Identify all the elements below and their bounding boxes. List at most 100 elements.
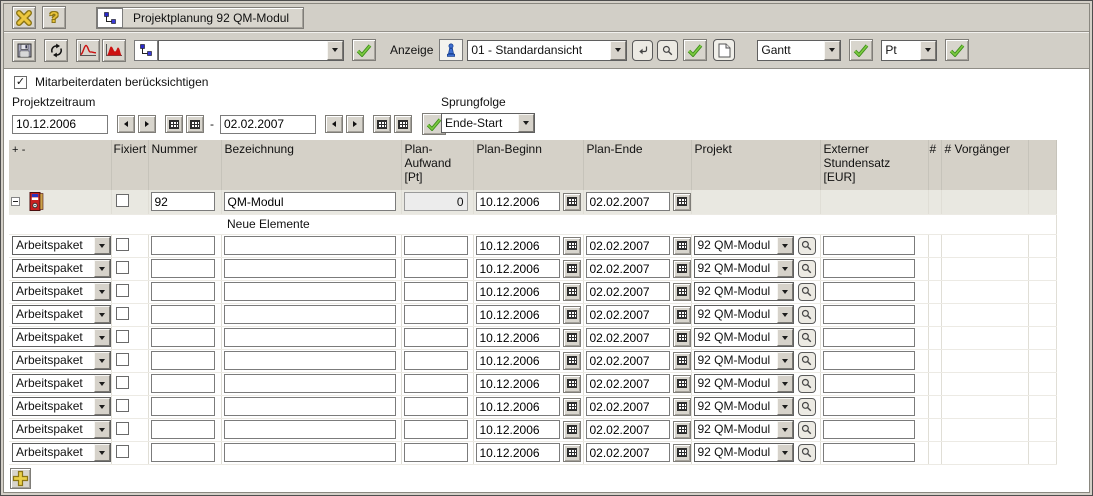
dropdown-arrow-icon[interactable] xyxy=(824,41,840,60)
dropdown-arrow-icon[interactable] xyxy=(94,352,110,369)
plan-aufwand-input[interactable] xyxy=(404,397,468,416)
plan-aufwand-input[interactable] xyxy=(404,259,468,278)
fixiert-checkbox[interactable] xyxy=(116,445,129,458)
calendar-button[interactable] xyxy=(673,352,691,370)
dropdown-arrow-icon[interactable] xyxy=(94,306,110,323)
stundensatz-input[interactable] xyxy=(823,282,915,301)
plan-ende-input[interactable] xyxy=(586,192,670,211)
nummer-input[interactable] xyxy=(151,305,215,324)
stundensatz-input[interactable] xyxy=(823,236,915,255)
bezeichnung-input[interactable] xyxy=(224,282,396,301)
view-select[interactable]: 01 - Standardansicht xyxy=(467,40,627,61)
plan-aufwand-input[interactable] xyxy=(404,351,468,370)
nummer-input[interactable] xyxy=(151,259,215,278)
add-row-button[interactable] xyxy=(10,468,31,489)
calendar-button[interactable] xyxy=(563,398,581,416)
dropdown-arrow-icon[interactable] xyxy=(777,306,793,323)
plan-ende-input[interactable] xyxy=(586,397,670,416)
calendar-button[interactable] xyxy=(563,193,581,211)
bezeichnung-input[interactable] xyxy=(224,259,396,278)
start-date-input[interactable] xyxy=(12,115,108,134)
bezeichnung-input[interactable] xyxy=(224,351,396,370)
open-view-button[interactable] xyxy=(632,40,653,61)
stundensatz-input[interactable] xyxy=(823,259,915,278)
line-chart-button[interactable] xyxy=(76,39,100,62)
plan-beginn-input[interactable] xyxy=(476,305,560,324)
element-type-select[interactable]: Arbeitspaket xyxy=(12,305,111,324)
plan-aufwand-input[interactable] xyxy=(404,443,468,462)
element-type-select[interactable]: Arbeitspaket xyxy=(12,282,111,301)
plan-beginn-input[interactable] xyxy=(476,374,560,393)
display-mode-select[interactable]: Gantt xyxy=(757,40,841,61)
fixiert-checkbox[interactable] xyxy=(116,330,129,343)
projekt-select[interactable]: 92 QM-Modul xyxy=(694,397,794,416)
calendar-button[interactable] xyxy=(563,283,581,301)
end-prev-button[interactable] xyxy=(325,115,343,133)
nummer-input[interactable] xyxy=(151,351,215,370)
plan-ende-input[interactable] xyxy=(586,236,670,255)
help-button[interactable]: ? xyxy=(42,6,66,29)
dropdown-arrow-icon[interactable] xyxy=(327,41,343,60)
expand-all-control[interactable]: + xyxy=(12,144,18,156)
bezeichnung-input[interactable] xyxy=(224,420,396,439)
dropdown-arrow-icon[interactable] xyxy=(777,260,793,277)
plan-aufwand-input[interactable] xyxy=(404,374,468,393)
fixiert-checkbox[interactable] xyxy=(116,376,129,389)
plan-ende-input[interactable] xyxy=(586,259,670,278)
bezeichnung-input[interactable] xyxy=(224,305,396,324)
nummer-input[interactable] xyxy=(151,236,215,255)
refresh-button[interactable] xyxy=(44,39,68,62)
element-type-select[interactable]: Arbeitspaket xyxy=(12,328,111,347)
plan-aufwand-input[interactable] xyxy=(404,328,468,347)
calendar-button[interactable] xyxy=(673,375,691,393)
nummer-input[interactable] xyxy=(151,282,215,301)
bezeichnung-input[interactable] xyxy=(224,328,396,347)
plan-beginn-input[interactable] xyxy=(476,420,560,439)
fixiert-checkbox[interactable] xyxy=(116,238,129,251)
dropdown-arrow-icon[interactable] xyxy=(777,444,793,461)
projekt-select[interactable]: 92 QM-Modul xyxy=(694,282,794,301)
dropdown-arrow-icon[interactable] xyxy=(94,260,110,277)
calendar-button[interactable] xyxy=(563,352,581,370)
plan-beginn-input[interactable] xyxy=(476,282,560,301)
sprungfolge-select[interactable]: Ende-Start xyxy=(441,113,535,133)
bezeichnung-input[interactable] xyxy=(224,192,396,211)
bezeichnung-input[interactable] xyxy=(224,374,396,393)
stundensatz-input[interactable] xyxy=(823,397,915,416)
plan-beginn-input[interactable] xyxy=(476,443,560,462)
unit-select[interactable]: Pt xyxy=(881,40,937,61)
nummer-input[interactable] xyxy=(151,420,215,439)
nummer-input[interactable] xyxy=(151,328,215,347)
dropdown-arrow-icon[interactable] xyxy=(518,114,534,132)
apply-mode-button[interactable] xyxy=(849,39,873,61)
dropdown-arrow-icon[interactable] xyxy=(920,41,936,60)
fixiert-checkbox[interactable] xyxy=(116,353,129,366)
calendar-button[interactable] xyxy=(673,421,691,439)
search-view-button[interactable] xyxy=(657,40,678,61)
apply-unit-button[interactable] xyxy=(945,39,969,61)
calendar-button[interactable] xyxy=(563,329,581,347)
projekt-select[interactable]: 92 QM-Modul xyxy=(694,443,794,462)
plan-ende-input[interactable] xyxy=(586,374,670,393)
projekt-lookup-button[interactable] xyxy=(798,352,816,370)
plan-beginn-input[interactable] xyxy=(476,328,560,347)
bezeichnung-input[interactable] xyxy=(224,236,396,255)
projekt-select[interactable]: 92 QM-Modul xyxy=(694,236,794,255)
dropdown-arrow-icon[interactable] xyxy=(94,283,110,300)
plan-beginn-input[interactable] xyxy=(476,259,560,278)
projekt-lookup-button[interactable] xyxy=(798,283,816,301)
dropdown-arrow-icon[interactable] xyxy=(94,444,110,461)
projekt-lookup-button[interactable] xyxy=(798,444,816,462)
element-type-select[interactable]: Arbeitspaket xyxy=(12,374,111,393)
new-view-button[interactable] xyxy=(713,39,735,61)
projekt-lookup-button[interactable] xyxy=(798,237,816,255)
element-type-select[interactable]: Arbeitspaket xyxy=(12,351,111,370)
calendar-button[interactable] xyxy=(673,283,691,301)
projekt-select[interactable]: 92 QM-Modul xyxy=(694,328,794,347)
stundensatz-input[interactable] xyxy=(823,443,915,462)
nummer-input[interactable] xyxy=(151,397,215,416)
nummer-input[interactable] xyxy=(151,443,215,462)
start-calendar-button[interactable] xyxy=(165,115,183,133)
fixiert-checkbox[interactable] xyxy=(116,194,129,207)
plan-aufwand-input[interactable] xyxy=(404,236,468,255)
